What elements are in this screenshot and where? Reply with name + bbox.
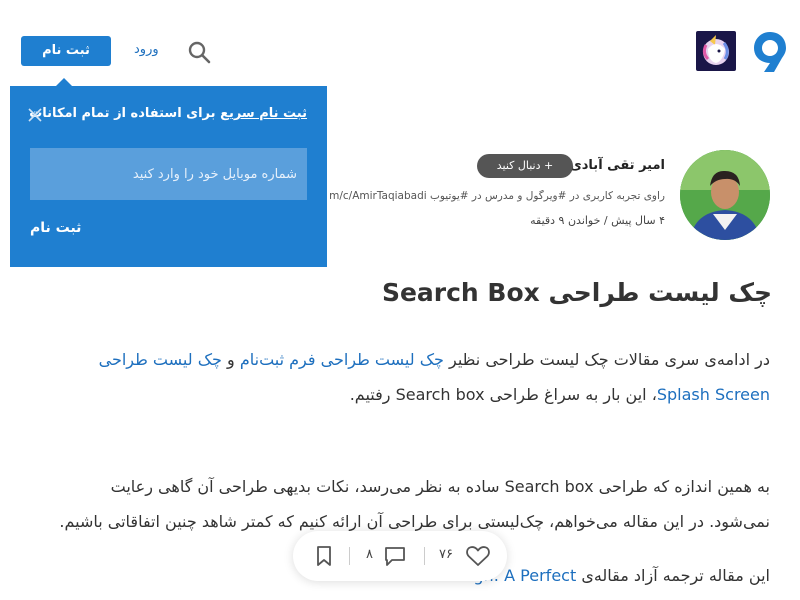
author-bio: راوی تجربه کاربری در #ویرگول و مدرس در #… [330,190,665,202]
phone-input[interactable] [30,148,307,200]
heart-icon[interactable] [465,544,491,568]
floating-action-bar: ۷۶ ۸ [293,531,507,581]
virgool-logo-icon[interactable] [752,30,788,74]
quick-signup-popup: ثبت نام سریع برای استفاده از تمام امکانا… [10,86,327,267]
popup-submit-button[interactable]: ثبت نام [30,220,81,236]
popup-title: ثبت نام سریع برای استفاده از تمام امکانا… [29,106,307,121]
paragraph-text: این مقاله ترجمه آزاد مقاله‌ی [576,566,770,585]
popup-title-link[interactable]: ثبت نام سریع [220,106,307,121]
search-icon[interactable] [186,39,212,65]
comment-icon[interactable] [383,544,407,568]
post-meta: ۴ سال پیش / خواندن ۹ دقیقه [530,214,665,227]
paragraph-text: ، این بار به سراغ طراحی Search box رفتیم… [349,385,657,404]
popup-arrow [56,78,72,86]
article-title: چک لیست طراحی Search Box [381,278,772,307]
paragraph: به همین اندازه که طراحی Search box ساده … [59,477,770,531]
unicorn-icon [702,35,729,65]
author-name[interactable]: امیر تقی آبادی [570,158,665,173]
author-photo [680,150,770,240]
avatar[interactable] [680,150,770,240]
like-count: ۷۶ [439,547,453,562]
popup-title-text: برای استفاده از تمام امکانات [29,106,221,121]
signup-checklist-link[interactable]: چک لیست طراحی فرم ثبت‌نام [240,350,444,369]
close-icon[interactable] [26,106,44,124]
login-link[interactable]: ورود [134,42,159,57]
paragraph-text: و [221,350,240,369]
comment-count: ۸ [366,547,373,562]
divider [424,547,425,565]
paragraph-text: در ادامه‌ی سری مقالات چک لیست طراحی نظیر [443,350,770,369]
divider [349,547,350,565]
signup-button[interactable]: ثبت نام [21,36,111,66]
paragraph: در ادامه‌ی سری مقالات چک لیست طراحی نظیر… [45,342,770,412]
bookmark-icon[interactable] [314,544,334,568]
follow-button[interactable]: + دنبال کنید [477,154,573,178]
publication-icon[interactable] [696,31,736,71]
